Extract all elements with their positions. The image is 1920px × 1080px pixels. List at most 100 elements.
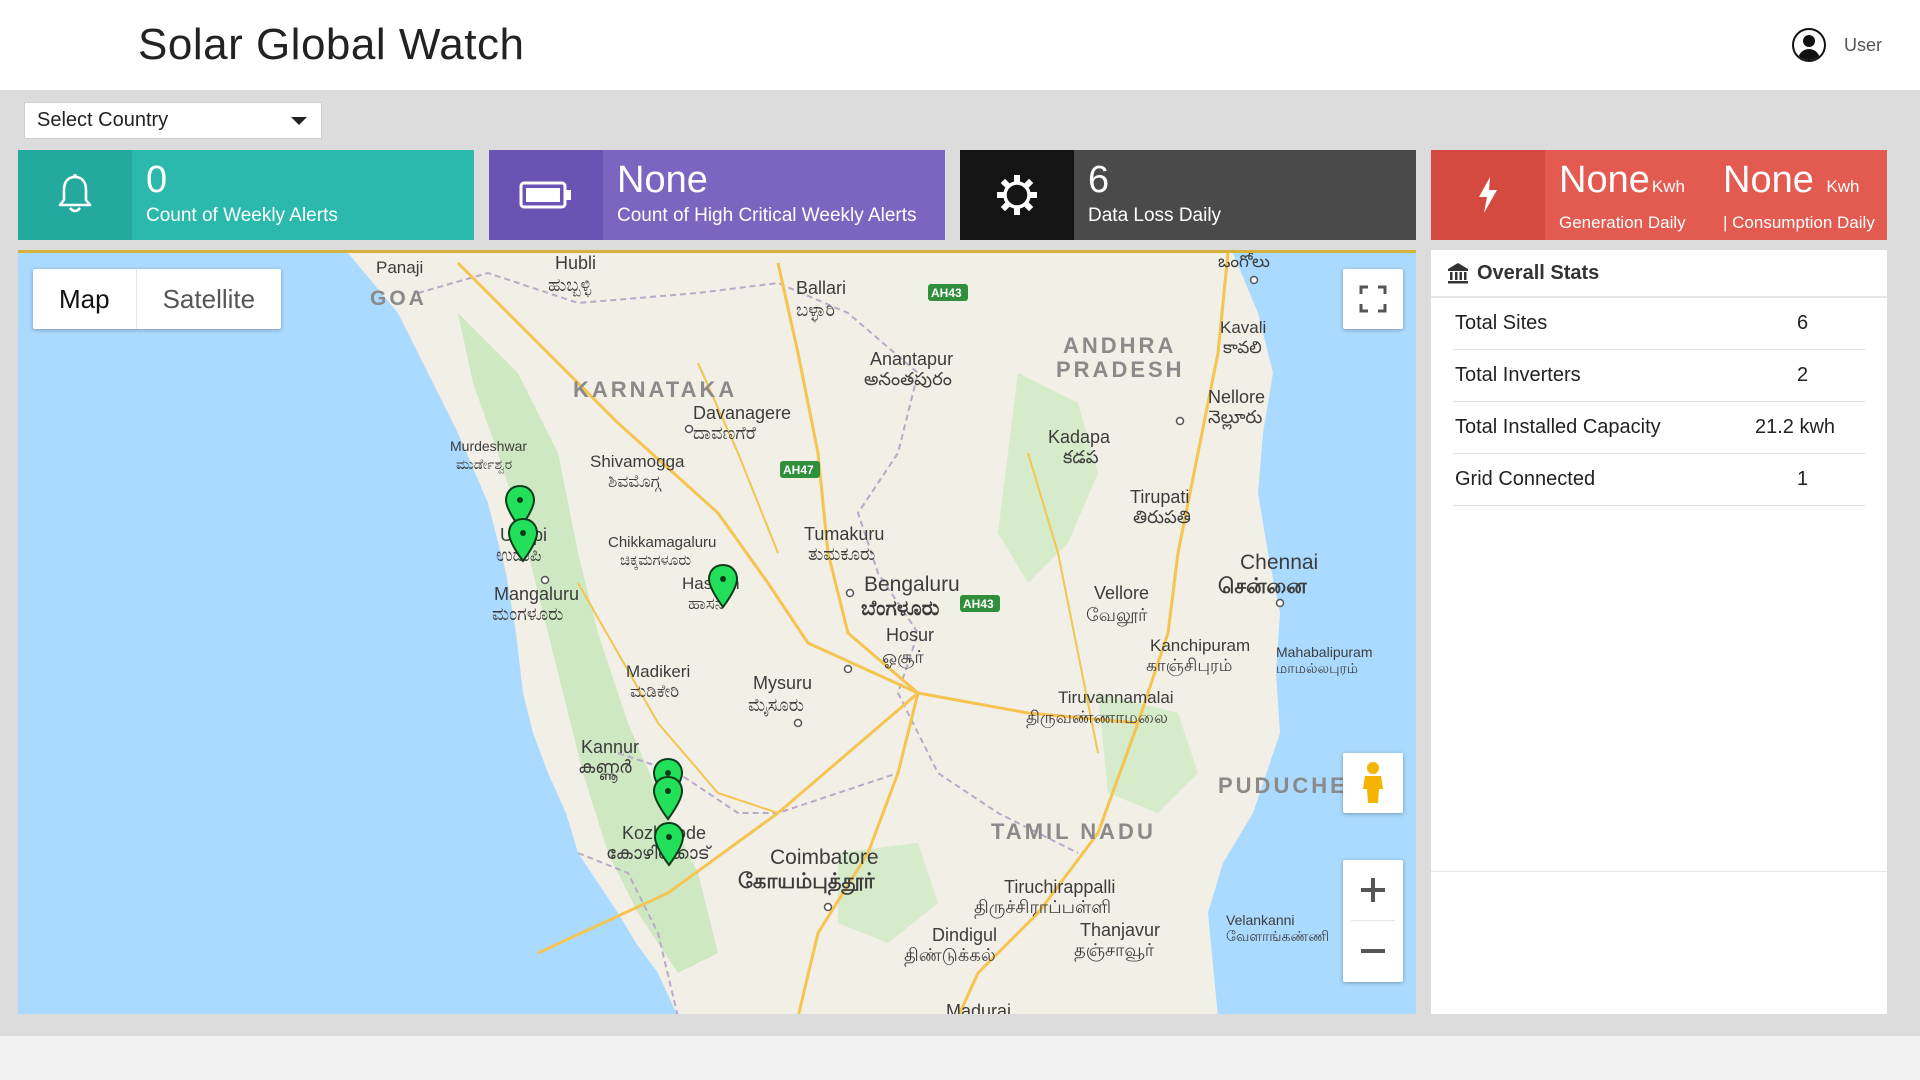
- map-city-chennai: Chennai: [1240, 551, 1318, 574]
- map-city-nellore: Nellore: [1208, 387, 1265, 407]
- map-city-dot: [793, 718, 803, 728]
- stats-value: 1: [1797, 468, 1809, 490]
- map-city-vellore: Vellore: [1094, 583, 1149, 603]
- map-city-dot: [843, 664, 853, 674]
- fullscreen-button[interactable]: [1343, 269, 1403, 329]
- map-city-madurai: Madurai: [946, 1001, 1011, 1014]
- pegman-icon: [1363, 762, 1383, 803]
- consumption-block: None Kwh | Consumption Daily: [1723, 158, 1887, 240]
- critical-alerts-card[interactable]: None Count of High Critical Weekly Alert…: [489, 150, 945, 240]
- data-loss-label: Data Loss Daily: [1088, 205, 1222, 226]
- consumption-value: None: [1723, 159, 1825, 201]
- map-city-kanchipuram-ta: காஞ்சிபுரம்: [1146, 656, 1232, 676]
- overall-stats-card: Overall Stats Total Sites 6 Total Invert…: [1431, 250, 1887, 872]
- map-city-coimbatore-ta: கோயம்புத்தூர்: [738, 870, 876, 896]
- fullscreen-icon: [1359, 285, 1387, 313]
- map-city-kannur: Kannur: [581, 737, 639, 757]
- map-city-dot: [540, 575, 550, 585]
- map-city-anantapur-te: అనంతపురం: [864, 369, 952, 389]
- zoom-control[interactable]: [1343, 860, 1403, 982]
- map-shield-ah43-mid: AH43: [963, 597, 994, 611]
- bell-icon-box: [18, 150, 132, 240]
- map-city-kavali-te: కావలి: [1223, 338, 1262, 357]
- map-city-shivamogga-kn: ಶಿವಮೊಗ್ಗ: [608, 472, 662, 491]
- stats-title: Overall Stats: [1477, 261, 1600, 284]
- stats-value: 2: [1797, 364, 1809, 386]
- generation-label: Generation Daily: [1559, 213, 1686, 232]
- map-city-velankanni-ta: வேளாங்கண்ணி: [1226, 928, 1329, 944]
- weekly-alerts-card[interactable]: 0 Count of Weekly Alerts: [18, 150, 474, 240]
- weekly-alerts-value: 0: [146, 159, 168, 201]
- map-city-chikkamagaluru: Chikkamagaluru: [608, 534, 716, 551]
- map-type-toggle[interactable]: Map Satellite: [33, 269, 282, 329]
- map-shield-ah43-top: AH43: [931, 286, 962, 300]
- map-city-mysuru-kn: ಮೈಸೂರು: [748, 695, 804, 716]
- map-city-kadapa: Kadapa: [1048, 427, 1111, 447]
- map-city-tiruvannamalai: Tiruvannamalai: [1058, 688, 1174, 707]
- map-city-mangaluru: Mangaluru: [494, 584, 579, 604]
- map-city-mangaluru-kn: ಮಂಗಳೂರು: [492, 604, 563, 624]
- map-type-map-button[interactable]: Map: [33, 269, 136, 329]
- user-label[interactable]: User: [1844, 35, 1882, 56]
- map-city-bengaluru-kn: ಬೆಂಗಳೂರು: [861, 597, 940, 620]
- gear-icon-box: [960, 150, 1074, 240]
- map-city-mahabalipuram-ta: மாமல்லபுரம்: [1276, 660, 1358, 676]
- data-loss-value: 6: [1088, 159, 1110, 201]
- zoom-out-button[interactable]: [1343, 921, 1403, 981]
- stats-label: Total Installed Capacity: [1455, 416, 1661, 438]
- minus-icon: [1361, 949, 1385, 953]
- map-label-karnataka: KARNATAKA: [573, 377, 737, 402]
- map-city-davanagere-kn: ದಾವಣಗೆರೆ: [693, 423, 756, 443]
- map-city-chikkamagaluru-kn: ಚಿಕ್ಕಮಗಳೂರು: [620, 552, 691, 570]
- map-city-bengaluru: Bengaluru: [864, 573, 960, 596]
- stats-label: Grid Connected: [1455, 468, 1596, 490]
- map-city-hosur-ta: ஓசூர்: [882, 647, 924, 669]
- zoom-in-button[interactable]: [1343, 860, 1403, 920]
- map-city-tumakuru-kn: ತುಮಕೂರು: [808, 544, 875, 564]
- map-city-tirupati-te: తిరుపతి: [1133, 507, 1191, 527]
- energy-card[interactable]: None Kwh Generation Daily None Kwh | Cons…: [1431, 150, 1887, 240]
- map-city-murdeshwar-kn: ಮುರ್ಡೇಶ್ವರ: [456, 456, 512, 473]
- map-panel[interactable]: GOA KARNATAKA ANDHRA PRADESH PUDUCHERRY …: [18, 250, 1416, 1014]
- map-city-madikeri: Madikeri: [626, 662, 690, 681]
- consumption-label: | Consumption Daily: [1723, 213, 1875, 232]
- map-label-pradesh: PRADESH: [1056, 357, 1185, 382]
- map-city-dot: [684, 424, 694, 434]
- map-city-madikeri-kn: ಮಡಿಕೇರಿ: [630, 682, 679, 701]
- map-canvas[interactable]: GOA KARNATAKA ANDHRA PRADESH PUDUCHERRY …: [18, 253, 1416, 1014]
- bolt-icon: [1479, 177, 1497, 213]
- user-circle-icon[interactable]: [1791, 28, 1826, 62]
- map-city-coimbatore: Coimbatore: [770, 846, 879, 869]
- stats-header: Overall Stats: [1431, 250, 1887, 298]
- map-city-dot: [1275, 598, 1285, 608]
- generation-value: None: [1559, 159, 1650, 201]
- map-city-davanagere: Davanagere: [693, 403, 791, 423]
- map-city-tiruchirappalli-ta: திருச்சிராப்பள்ளி: [974, 897, 1111, 919]
- stats-row: Total Inverters 2: [1453, 350, 1865, 402]
- map-city-dindigul-ta: திண்டுக்கல்: [904, 945, 996, 967]
- country-select[interactable]: Select Country: [24, 102, 322, 139]
- critical-alerts-label: Count of High Critical Weekly Alerts: [617, 205, 917, 226]
- map-city-dot: [845, 588, 855, 598]
- map-city-tirupati: Tirupati: [1130, 487, 1189, 507]
- gear-icon: [997, 175, 1037, 215]
- user-menu[interactable]: User: [1791, 28, 1882, 62]
- generation-block: None Kwh Generation Daily: [1559, 158, 1723, 240]
- bank-icon: [1448, 263, 1468, 284]
- map-city-panaji: Panaji: [376, 258, 423, 277]
- map-label-tamilnadu: TAMIL NADU: [991, 819, 1156, 844]
- map-city-tiruchirappalli: Tiruchirappalli: [1004, 877, 1115, 897]
- map-city-kavali: Kavali: [1220, 318, 1266, 337]
- data-loss-card[interactable]: 6 Data Loss Daily: [960, 150, 1416, 240]
- street-view-button[interactable]: [1343, 753, 1403, 813]
- map-city-mysuru: Mysuru: [753, 673, 812, 693]
- plus-icon: [1361, 878, 1385, 902]
- map-city-dindigul: Dindigul: [932, 925, 997, 945]
- stats-label: Total Inverters: [1455, 364, 1581, 386]
- bell-icon: [58, 174, 92, 213]
- map-city-ballari-kn: ಬಳ್ಳಾರಿ: [796, 300, 835, 322]
- map-city-shivamogga: Shivamogga: [590, 452, 685, 471]
- battery-icon: [519, 181, 571, 209]
- map-city-murdeshwar: Murdeshwar: [450, 438, 527, 454]
- map-type-satellite-button[interactable]: Satellite: [135, 269, 282, 329]
